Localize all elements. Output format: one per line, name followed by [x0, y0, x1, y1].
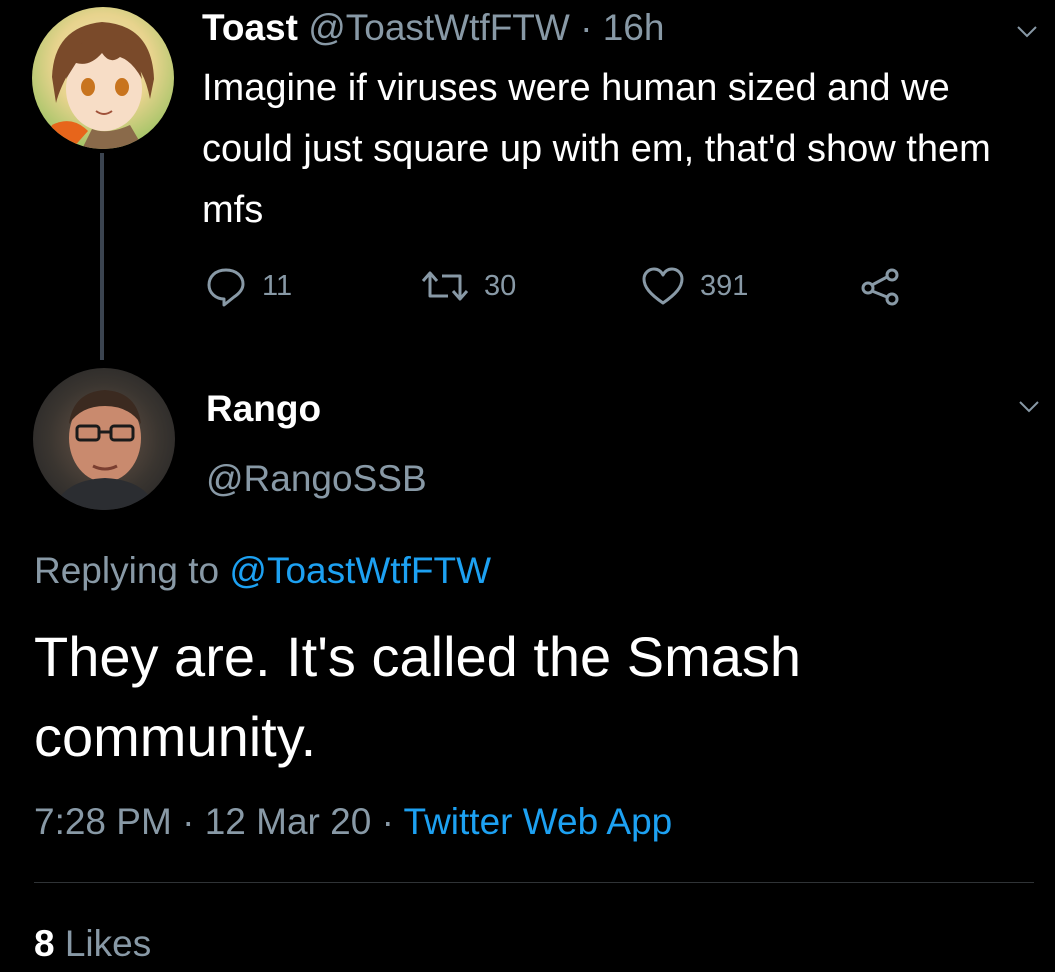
- tweet-date[interactable]: 12 Mar 20: [205, 801, 372, 842]
- meta-separator: ·: [182, 801, 195, 842]
- likes-summary[interactable]: 8 Likes: [34, 919, 151, 969]
- avatar-rango[interactable]: [33, 368, 175, 510]
- likes-count: 8: [34, 923, 55, 964]
- header-separator: ·: [580, 7, 593, 48]
- chevron-down-icon[interactable]: [1016, 20, 1038, 42]
- reply-icon: [207, 268, 245, 307]
- share-button[interactable]: [858, 262, 904, 310]
- meta-separator: ·: [381, 801, 394, 842]
- divider: [34, 882, 1034, 883]
- tweet-time[interactable]: 7:28 PM: [34, 801, 172, 842]
- anime-avatar-image: [42, 22, 154, 149]
- parent-tweet-text: Imagine if viruses were human sized and …: [202, 67, 991, 231]
- retweet-button[interactable]: 30: [420, 262, 516, 310]
- tweet-source-link[interactable]: Twitter Web App: [404, 801, 673, 842]
- retweet-count: 30: [484, 269, 517, 302]
- replying-to-line: Replying to @ToastWtfFTW: [34, 546, 491, 596]
- like-count: 391: [700, 269, 749, 302]
- share-icon: [861, 268, 899, 306]
- reply-display-name[interactable]: Rango: [206, 387, 321, 431]
- reply-tweet-text: They are. It's called the Smash communit…: [34, 625, 802, 768]
- parent-tweet-header: Toast @ToastWtfFTW · 16h: [202, 6, 664, 50]
- parent-display-name[interactable]: Toast: [202, 7, 298, 48]
- thread-line: [100, 153, 104, 360]
- reply-handle[interactable]: @RangoSSB: [206, 457, 427, 501]
- parent-handle[interactable]: @ToastWtfFTW: [308, 7, 570, 48]
- parent-timestamp[interactable]: 16h: [603, 7, 665, 48]
- retweet-icon: [421, 271, 469, 301]
- likes-label: Likes: [64, 923, 152, 964]
- replying-to-link[interactable]: @ToastWtfFTW: [229, 550, 491, 591]
- tweet-metadata: 7:28 PM · 12 Mar 20 · Twitter Web App: [34, 797, 672, 847]
- reply-button[interactable]: 11: [204, 262, 292, 310]
- like-button[interactable]: 391: [640, 262, 748, 310]
- reply-count: 11: [262, 269, 293, 302]
- profile-photo-image: [53, 390, 157, 510]
- chevron-down-icon[interactable]: [1018, 395, 1040, 417]
- avatar-toast[interactable]: [32, 7, 174, 149]
- replying-to-label: Replying to: [34, 550, 220, 591]
- heart-icon: [642, 267, 684, 305]
